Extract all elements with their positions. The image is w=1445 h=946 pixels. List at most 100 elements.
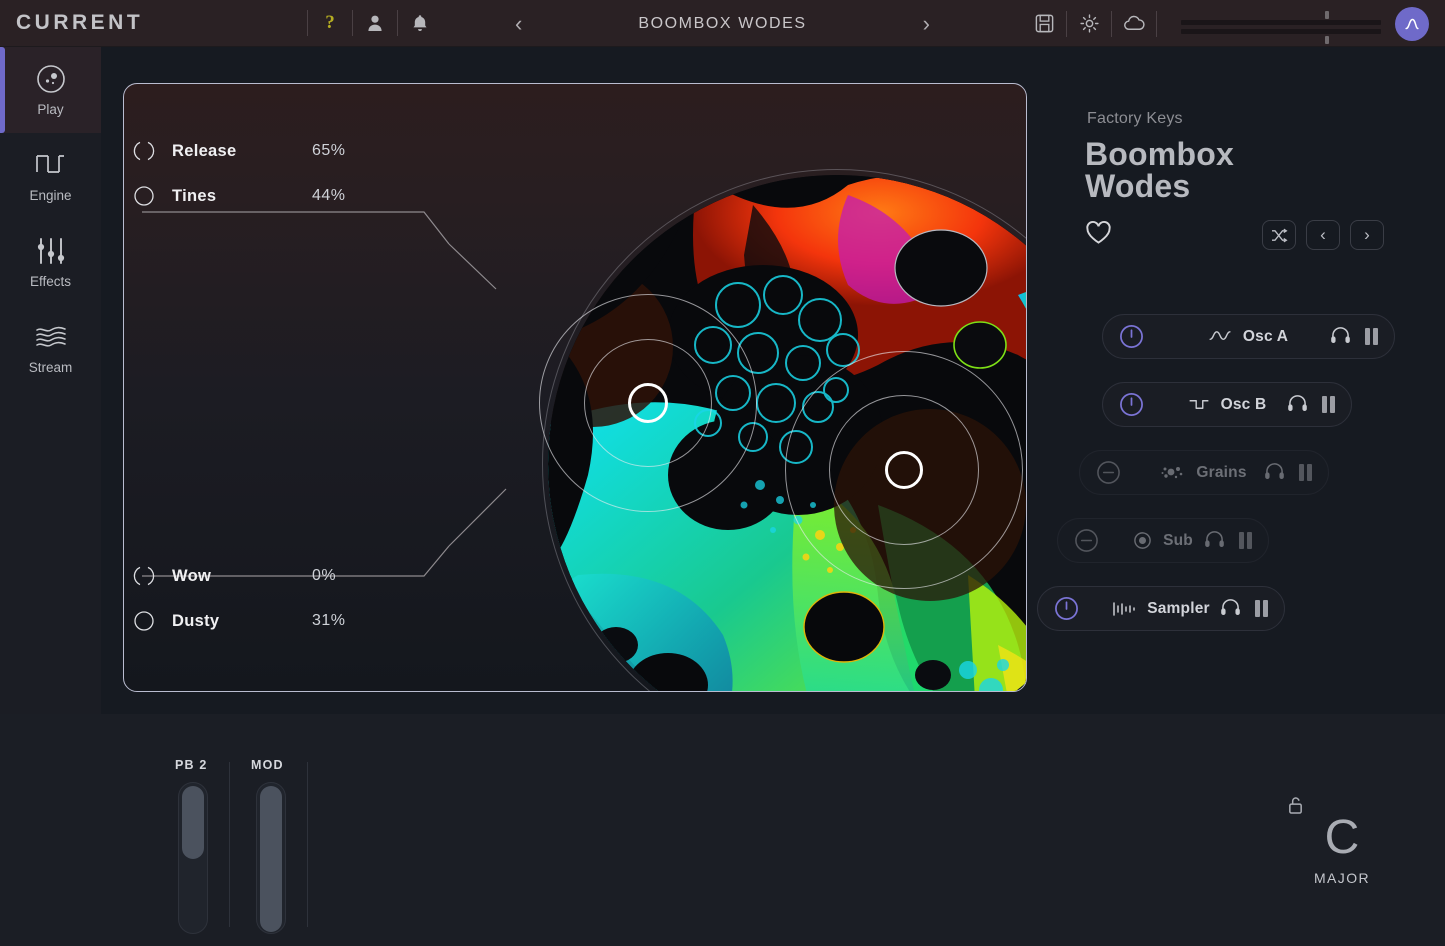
mute-bars-icon[interactable]	[1365, 328, 1379, 345]
macro-disc[interactable]	[542, 169, 1027, 692]
preset-next-button[interactable]: ›	[1350, 220, 1384, 250]
save-icon[interactable]	[1032, 12, 1056, 36]
plugin-window: CURRENT ? ‹ BOOMBOX WODES ›	[0, 0, 1445, 946]
divider	[229, 762, 230, 927]
curve-icon[interactable]	[1395, 7, 1429, 41]
param-release[interactable]: Release 65%	[133, 139, 346, 163]
top-header: CURRENT ? ‹ BOOMBOX WODES ›	[0, 0, 1445, 47]
sub-circle-icon	[1133, 531, 1152, 550]
mute-bars-icon[interactable]	[1255, 600, 1269, 617]
heart-icon[interactable]	[1085, 220, 1112, 250]
mute-bars-icon[interactable]	[1299, 464, 1313, 481]
bell-icon[interactable]	[408, 11, 432, 35]
divider	[397, 10, 398, 36]
preset-prev-button[interactable]: ‹	[1306, 220, 1340, 250]
param-value: 0%	[312, 567, 336, 585]
square-wave-icon	[1188, 397, 1210, 412]
unlock-icon[interactable]	[1287, 796, 1304, 820]
cloud-icon[interactable]	[1122, 12, 1146, 36]
meter-marker-bottom	[1325, 36, 1329, 44]
preset-title-line2: Wodes	[1085, 170, 1445, 202]
headphones-icon[interactable]	[1204, 529, 1225, 553]
layer-sampler[interactable]: Sampler	[1037, 586, 1285, 631]
layer-actions	[1287, 393, 1336, 417]
power-toggle[interactable]	[1119, 392, 1144, 417]
preset-navigator: ‹ BOOMBOX WODES ›	[505, 0, 940, 47]
sine-wave-icon	[1209, 329, 1232, 344]
sidebar-item-stream[interactable]: Stream	[0, 305, 101, 391]
page-title: Boombox Wodes	[1085, 138, 1445, 202]
layer-osc-b[interactable]: Osc B	[1102, 382, 1352, 427]
sidebar-item-label: Stream	[29, 360, 73, 375]
mute-bars-icon[interactable]	[1239, 532, 1253, 549]
power-toggle[interactable]	[1096, 460, 1121, 485]
power-toggle[interactable]	[1074, 528, 1099, 553]
preset-controls: ‹ ›	[1085, 220, 1384, 250]
knob-icon	[133, 565, 155, 587]
header-right-group	[1032, 0, 1435, 47]
gear-icon[interactable]	[1077, 12, 1101, 36]
preset-info-panel: Factory Keys Boombox Wodes ‹ ›	[1060, 110, 1445, 250]
header-left-icon-group: ?	[297, 8, 432, 38]
headphones-icon[interactable]	[1330, 325, 1351, 349]
sampler-icon	[1112, 601, 1136, 617]
param-name: Dusty	[172, 612, 312, 631]
layer-grains[interactable]: Grains	[1079, 450, 1329, 495]
pitch-bend-wheel[interactable]	[178, 782, 208, 934]
macro-node-2[interactable]	[885, 451, 923, 489]
headphones-icon[interactable]	[1287, 393, 1308, 417]
play-orb-icon	[33, 63, 69, 95]
preset-next-button[interactable]: ›	[913, 13, 940, 35]
meter-marker-top	[1325, 11, 1329, 19]
layer-osc-a[interactable]: Osc A	[1102, 314, 1395, 359]
sidebar-item-effects[interactable]: Effects	[0, 219, 101, 305]
divider	[1156, 11, 1157, 37]
preset-name-label[interactable]: BOOMBOX WODES	[638, 15, 806, 33]
layer-name: Grains	[1196, 464, 1246, 482]
param-dusty[interactable]: Dusty 31%	[133, 609, 346, 633]
sidebar-item-label: Play	[37, 102, 63, 117]
param-value: 31%	[312, 612, 346, 630]
divider	[307, 10, 308, 36]
power-toggle[interactable]	[1119, 324, 1144, 349]
mute-bars-icon[interactable]	[1322, 396, 1336, 413]
layer-actions	[1220, 597, 1269, 621]
keyboard-section: PB 2 MOD C3C4	[0, 714, 1445, 946]
layer-name: Osc B	[1221, 396, 1267, 414]
sidebar-item-label: Effects	[30, 274, 71, 289]
preset-prev-button[interactable]: ‹	[505, 13, 532, 35]
macro-node-1[interactable]	[628, 383, 668, 423]
mod-wheel[interactable]	[256, 782, 286, 934]
mod-fill	[260, 786, 282, 932]
param-wow[interactable]: Wow 0%	[133, 564, 336, 588]
layer-name: Sub	[1163, 532, 1193, 550]
user-icon[interactable]	[363, 11, 387, 35]
macro-panel: Release 65% Tines 44% Wow 0% Dusty 31%	[123, 83, 1027, 692]
headphones-icon[interactable]	[1264, 461, 1285, 485]
param-value: 44%	[312, 187, 346, 205]
output-meter[interactable]	[1181, 9, 1381, 39]
power-toggle[interactable]	[1054, 596, 1079, 621]
help-icon[interactable]: ?	[318, 11, 342, 35]
sidebar-item-engine[interactable]: Engine	[0, 133, 101, 219]
scale-selector[interactable]: C MAJOR	[1297, 796, 1387, 886]
param-tines[interactable]: Tines 44%	[133, 184, 346, 208]
pitch-bend-fill	[182, 786, 204, 859]
knob-icon	[133, 610, 155, 632]
square-wave-icon	[33, 149, 69, 181]
waves-icon	[33, 321, 69, 353]
sidebar-item-play[interactable]: Play	[0, 47, 101, 133]
param-name: Tines	[172, 187, 312, 206]
layer-actions	[1264, 461, 1313, 485]
param-value: 65%	[312, 142, 346, 160]
scale-mode: MAJOR	[1297, 870, 1387, 886]
scale-root: C	[1297, 814, 1387, 862]
grains-dots-icon	[1161, 465, 1185, 481]
shuffle-icon[interactable]	[1262, 220, 1296, 250]
sliders-icon	[34, 235, 68, 267]
layer-sub[interactable]: Sub	[1057, 518, 1269, 563]
sidebar-item-label: Engine	[29, 188, 71, 203]
layer-list: Osc A Osc B	[1040, 314, 1445, 654]
headphones-icon[interactable]	[1220, 597, 1241, 621]
divider	[307, 762, 308, 927]
